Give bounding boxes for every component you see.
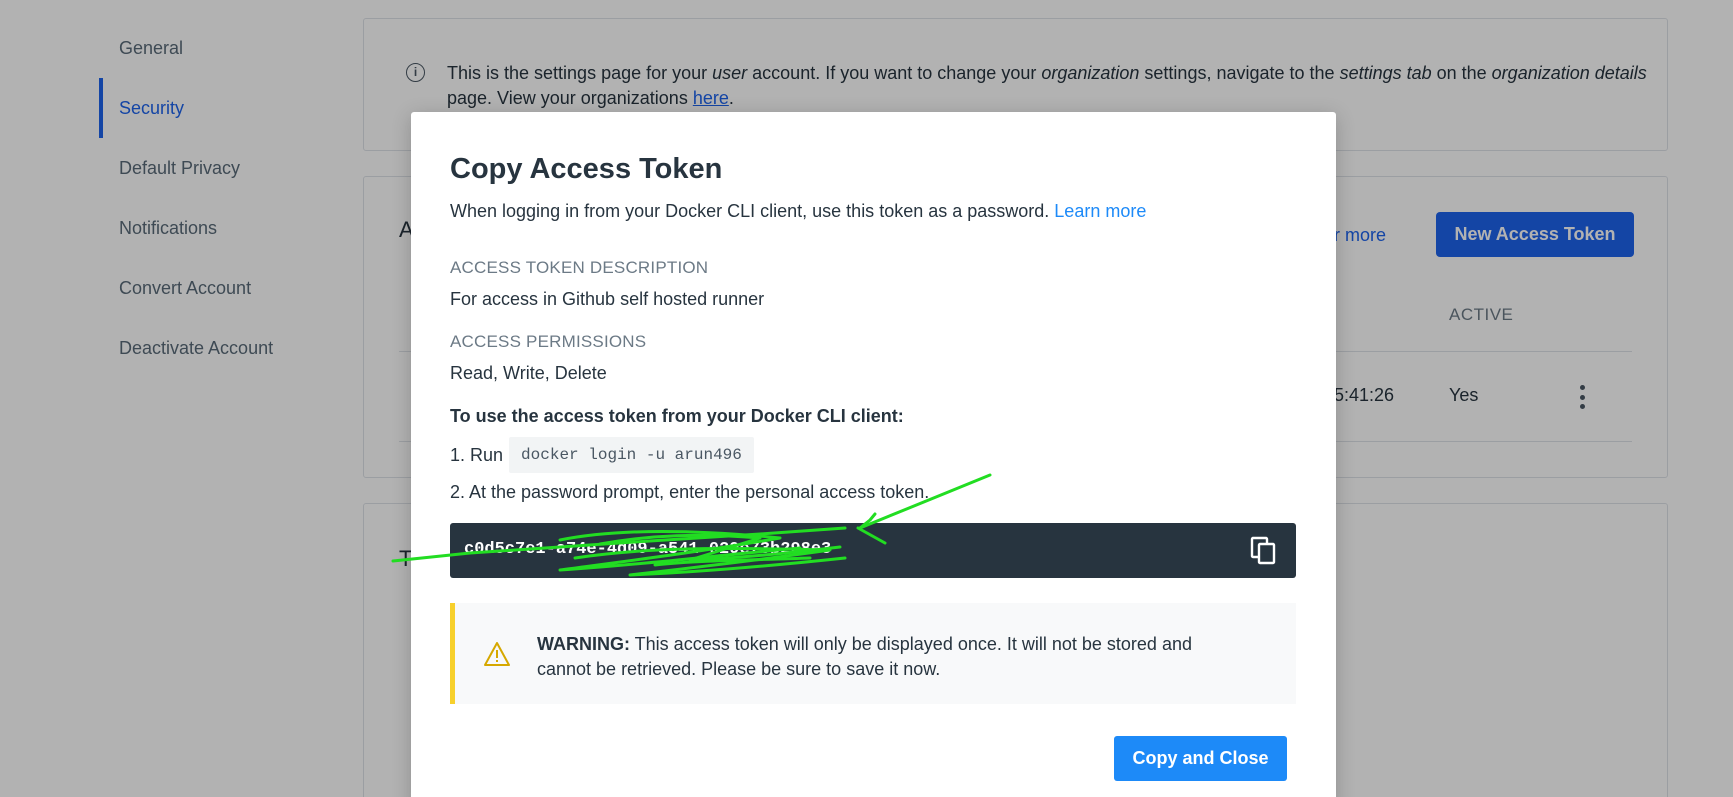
copy-access-token-modal: Copy Access Token When logging in from y… bbox=[411, 112, 1336, 797]
access-token-value[interactable]: c0d5c7e1-a74e-4d09-a541-029e73b298e3 bbox=[464, 540, 831, 559]
step-one-label: 1. Run bbox=[450, 444, 504, 465]
docker-login-command: docker login -u arun496 bbox=[509, 437, 754, 473]
step-two: 2. At the password prompt, enter the per… bbox=[450, 482, 930, 502]
description-label: ACCESS TOKEN DESCRIPTION bbox=[450, 258, 709, 277]
instructions-heading: To use the access token from your Docker… bbox=[450, 406, 904, 426]
copy-icon[interactable] bbox=[1250, 536, 1278, 566]
permissions-label: ACCESS PERMISSIONS bbox=[450, 332, 647, 351]
description-value: For access in Github self hosted runner bbox=[450, 289, 765, 309]
warning-text: WARNING: This access token will only be … bbox=[537, 634, 1192, 679]
access-token-field: c0d5c7e1-a74e-4d09-a541-029e73b298e3 bbox=[450, 523, 1296, 578]
copy-and-close-button[interactable]: Copy and Close bbox=[1114, 736, 1287, 781]
warning-callout: WARNING: This access token will only be … bbox=[450, 603, 1296, 704]
modal-subtitle: When logging in from your Docker CLI cli… bbox=[450, 201, 1147, 221]
warning-icon bbox=[484, 642, 510, 666]
step-one: 1. Run docker login -u arun496 bbox=[450, 437, 754, 473]
learn-more-link[interactable]: Learn more bbox=[1054, 201, 1146, 221]
modal-title: Copy Access Token bbox=[450, 153, 723, 185]
permissions-value: Read, Write, Delete bbox=[450, 363, 607, 383]
